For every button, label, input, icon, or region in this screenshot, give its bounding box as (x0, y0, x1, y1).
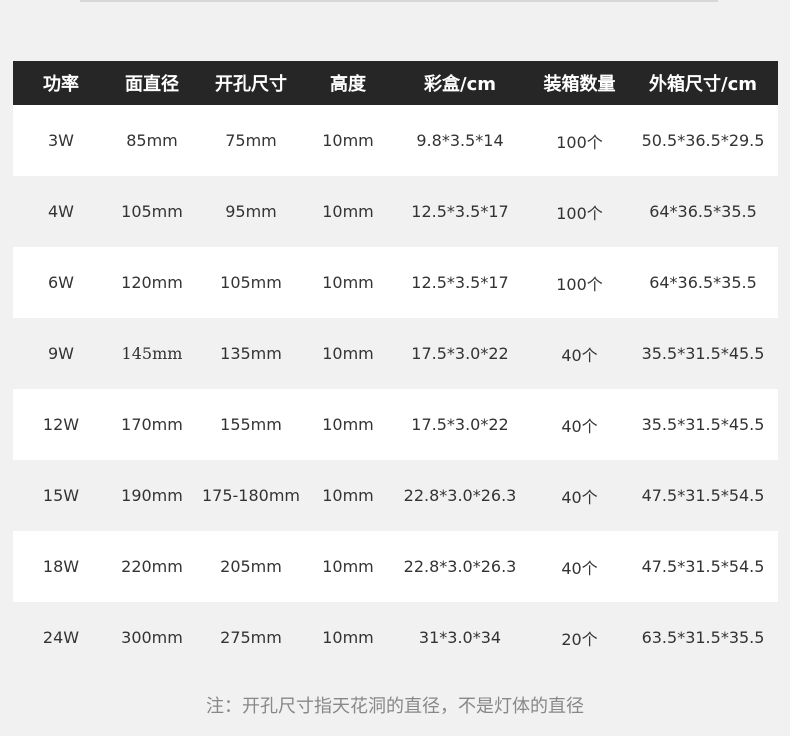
table-cell: 4W (13, 176, 109, 247)
table-cell: 64*36.5*35.5 (628, 247, 778, 318)
table-cell: 12W (13, 389, 109, 460)
table-cell: 10mm (307, 105, 389, 176)
header-carton-quantity: 装箱数量 (531, 61, 628, 105)
table-cell: 105mm (109, 176, 195, 247)
top-divider (80, 0, 718, 2)
table-row: 9W 145mm 135mm 10mm 17.5*3.0*22 40个 35.5… (13, 318, 778, 389)
header-carton-size: 外箱尺寸/cm (628, 61, 778, 105)
table-cell: 35.5*31.5*45.5 (628, 389, 778, 460)
table-cell: 95mm (195, 176, 307, 247)
table-cell: 18W (13, 531, 109, 602)
table-cell: 20个 (531, 602, 628, 673)
table-cell: 9.8*3.5*14 (389, 105, 531, 176)
table-cell: 3W (13, 105, 109, 176)
table-cell: 64*36.5*35.5 (628, 176, 778, 247)
table-row: 3W 85mm 75mm 10mm 9.8*3.5*14 100个 50.5*3… (13, 105, 778, 176)
table-cell: 135mm (195, 318, 307, 389)
table-cell: 9W (13, 318, 109, 389)
table-cell: 15W (13, 460, 109, 531)
table-cell: 17.5*3.0*22 (389, 389, 531, 460)
table-cell: 10mm (307, 602, 389, 673)
table-row: 18W 220mm 205mm 10mm 22.8*3.0*26.3 40个 4… (13, 531, 778, 602)
table-cell: 10mm (307, 318, 389, 389)
table-cell: 24W (13, 602, 109, 673)
table-cell: 10mm (307, 460, 389, 531)
table-row: 24W 300mm 275mm 10mm 31*3.0*34 20个 63.5*… (13, 602, 778, 673)
table-cell: 40个 (531, 389, 628, 460)
table-cell: 40个 (531, 318, 628, 389)
table-cell: 100个 (531, 105, 628, 176)
table-header-row: 功率 面直径 开孔尺寸 高度 彩盒/cm 装箱数量 外箱尺寸/cm (13, 61, 778, 105)
table-cell: 10mm (307, 531, 389, 602)
table-cell: 12.5*3.5*17 (389, 176, 531, 247)
table-cell: 17.5*3.0*22 (389, 318, 531, 389)
table-cell: 85mm (109, 105, 195, 176)
table-cell: 10mm (307, 389, 389, 460)
table-cell: 220mm (109, 531, 195, 602)
table-row: 15W 190mm 175-180mm 10mm 22.8*3.0*26.3 4… (13, 460, 778, 531)
table-cell: 10mm (307, 176, 389, 247)
spec-table: 功率 面直径 开孔尺寸 高度 彩盒/cm 装箱数量 外箱尺寸/cm 3W 85m… (13, 61, 778, 673)
table-cell: 275mm (195, 602, 307, 673)
table-cell: 105mm (195, 247, 307, 318)
header-cutout-size: 开孔尺寸 (195, 61, 307, 105)
table-cell: 100个 (531, 176, 628, 247)
header-power: 功率 (13, 61, 109, 105)
table-cell: 22.8*3.0*26.3 (389, 460, 531, 531)
table-cell: 145mm (109, 318, 195, 389)
table-cell: 175-180mm (195, 460, 307, 531)
table-row: 12W 170mm 155mm 10mm 17.5*3.0*22 40个 35.… (13, 389, 778, 460)
table-cell: 63.5*31.5*35.5 (628, 602, 778, 673)
footnote: 注：开孔尺寸指天花洞的直径，不是灯体的直径 (206, 696, 584, 717)
table-cell: 47.5*31.5*54.5 (628, 460, 778, 531)
table-cell: 22.8*3.0*26.3 (389, 531, 531, 602)
table-cell: 300mm (109, 602, 195, 673)
table-cell: 6W (13, 247, 109, 318)
table-cell: 50.5*36.5*29.5 (628, 105, 778, 176)
table-cell: 155mm (195, 389, 307, 460)
table-row: 6W 120mm 105mm 10mm 12.5*3.5*17 100个 64*… (13, 247, 778, 318)
table-cell: 31*3.0*34 (389, 602, 531, 673)
table-cell: 190mm (109, 460, 195, 531)
table-cell: 10mm (307, 247, 389, 318)
table-cell: 40个 (531, 460, 628, 531)
header-face-diameter: 面直径 (109, 61, 195, 105)
table-cell: 12.5*3.5*17 (389, 247, 531, 318)
table-cell: 40个 (531, 531, 628, 602)
table-cell: 35.5*31.5*45.5 (628, 318, 778, 389)
table-cell: 170mm (109, 389, 195, 460)
table-cell: 100个 (531, 247, 628, 318)
table-cell: 75mm (195, 105, 307, 176)
header-color-box: 彩盒/cm (389, 61, 531, 105)
header-height: 高度 (307, 61, 389, 105)
table-cell: 205mm (195, 531, 307, 602)
table-cell: 47.5*31.5*54.5 (628, 531, 778, 602)
table-row: 4W 105mm 95mm 10mm 12.5*3.5*17 100个 64*3… (13, 176, 778, 247)
table-cell: 120mm (109, 247, 195, 318)
